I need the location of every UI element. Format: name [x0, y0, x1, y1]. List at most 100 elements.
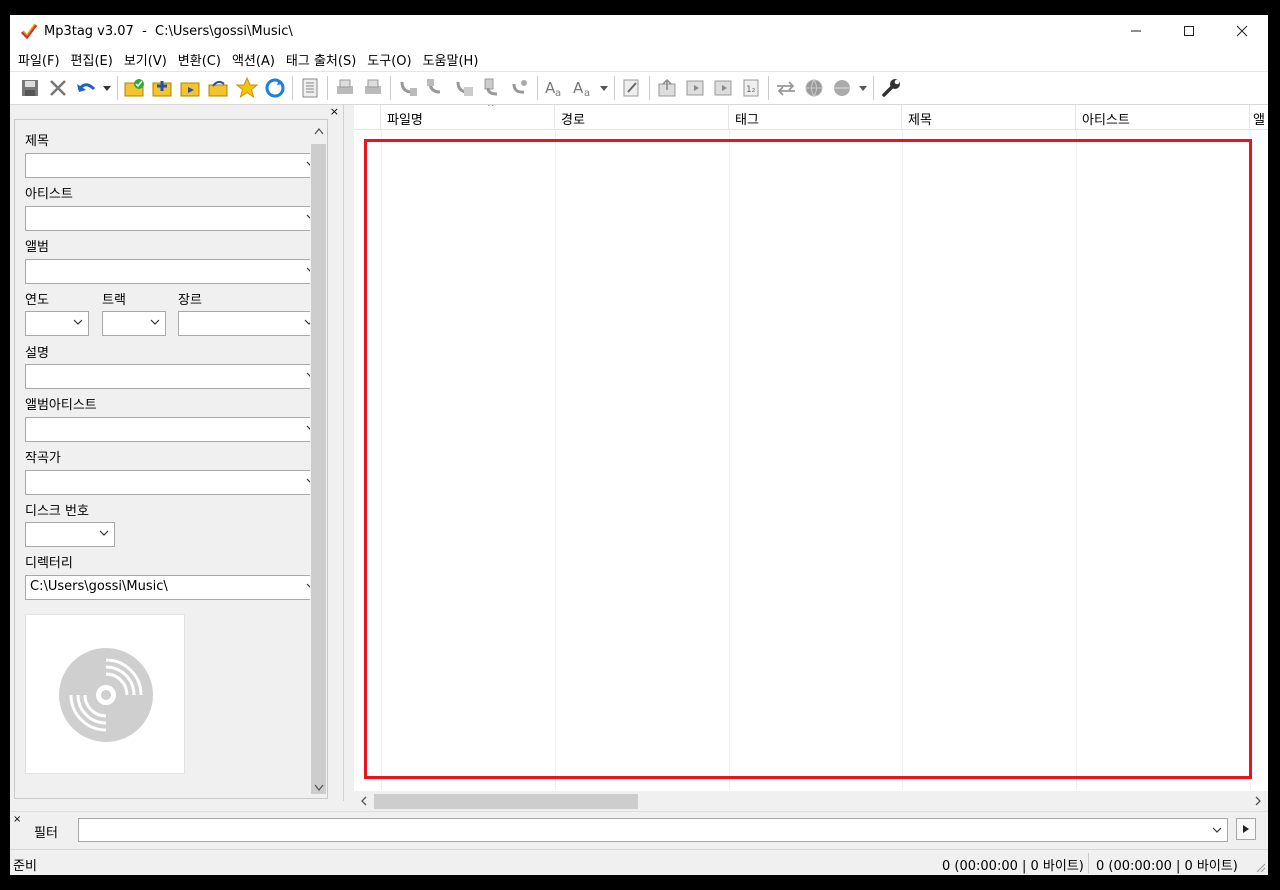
- menu-actions[interactable]: 액션(A): [228, 50, 282, 69]
- scroll-up-button[interactable]: [310, 122, 327, 139]
- web-source2-button[interactable]: [828, 74, 856, 102]
- title-field[interactable]: [25, 153, 322, 178]
- menu-view[interactable]: 보기(V): [120, 50, 174, 69]
- scroll-left-button[interactable]: [356, 793, 372, 809]
- panel-scroll-thumb[interactable]: [311, 144, 326, 794]
- edit-button[interactable]: [618, 74, 646, 102]
- open-folder-button[interactable]: [205, 74, 233, 102]
- dropdown-icon: [103, 86, 111, 91]
- toolbar: Aa Aa 1₂: [10, 71, 1268, 105]
- toolbar-separator: [873, 76, 874, 100]
- tag-filename-button[interactable]: [394, 74, 422, 102]
- menu-edit[interactable]: 편집(E): [67, 50, 120, 69]
- playlist-alt-button[interactable]: [709, 74, 737, 102]
- close-button[interactable]: [1215, 15, 1268, 47]
- menu-help[interactable]: 도움말(H): [419, 50, 486, 69]
- maximize-button[interactable]: [1162, 15, 1215, 47]
- panel-scrollbar[interactable]: [310, 120, 327, 798]
- composer-field[interactable]: [25, 470, 322, 495]
- wrench-icon: [882, 79, 900, 97]
- chevron-down-icon: [73, 319, 83, 325]
- artist-label: 아티스트: [25, 187, 73, 202]
- list-scroll-thumb[interactable]: [374, 794, 638, 809]
- year-field[interactable]: [25, 311, 89, 336]
- chevron-right-icon: [1255, 796, 1261, 806]
- numbering-button[interactable]: 1₂: [737, 74, 765, 102]
- genre-field[interactable]: [178, 311, 320, 336]
- status-bar: 준비 0 (00:00:00 | 0 바이트) 0 (00:00:00 | 0 …: [10, 849, 1268, 875]
- column-tag[interactable]: 태그: [729, 105, 902, 130]
- remove-tag-button[interactable]: [44, 74, 72, 102]
- web-source-dropdown[interactable]: [856, 74, 870, 102]
- cd-placeholder-icon: [59, 648, 153, 742]
- convert-button[interactable]: [772, 74, 800, 102]
- options-button[interactable]: [877, 74, 905, 102]
- status-total-count: 0 (00:00:00 | 0 바이트): [1096, 859, 1238, 874]
- list-view-button[interactable]: [296, 74, 324, 102]
- favorites-button[interactable]: [233, 74, 261, 102]
- album-field[interactable]: [25, 259, 322, 284]
- toolbar-separator: [390, 76, 391, 100]
- save-button[interactable]: [16, 74, 44, 102]
- menu-tag-sources[interactable]: 태그 출처(S): [282, 50, 363, 69]
- case-conversion-icon: Aa: [545, 79, 561, 98]
- column-filename[interactable]: ^ 파일명: [381, 105, 555, 130]
- list-horizontal-scrollbar[interactable]: [354, 791, 1268, 811]
- menu-convert[interactable]: 변환(C): [174, 50, 228, 69]
- filter-input[interactable]: [78, 818, 1228, 842]
- minimize-icon: [1130, 30, 1141, 32]
- textfile-tag-button[interactable]: [450, 74, 478, 102]
- undo-dropdown[interactable]: [100, 74, 114, 102]
- comment-field[interactable]: [25, 364, 322, 389]
- disc-number-label: 디스크 번호: [25, 504, 89, 519]
- actions-button[interactable]: Aa: [569, 74, 597, 102]
- scroll-right-button[interactable]: [1250, 793, 1266, 809]
- disc-number-field[interactable]: [25, 522, 115, 547]
- dropdown-icon: [859, 86, 867, 91]
- scroll-down-button[interactable]: [310, 779, 327, 796]
- sort-ascending-icon: ^: [487, 105, 495, 113]
- toolbar-separator: [327, 76, 328, 100]
- file-list[interactable]: ^ 파일명 경로 태그 제목 아티스트 앨: [354, 105, 1268, 811]
- cover-art[interactable]: [25, 614, 185, 774]
- column-artist[interactable]: 아티스트: [1076, 105, 1250, 130]
- menu-tools[interactable]: 도구(O): [363, 50, 418, 69]
- year-label: 연도: [25, 293, 49, 308]
- tag-tag-button[interactable]: [478, 74, 506, 102]
- undo-button[interactable]: [72, 74, 100, 102]
- panel-close-icon[interactable]: ×: [330, 105, 339, 118]
- svg-text:a: a: [584, 88, 590, 98]
- print-preview-button[interactable]: [359, 74, 387, 102]
- album-label: 앨범: [25, 240, 49, 255]
- chevron-down-icon: [99, 530, 109, 536]
- column-album[interactable]: 앨: [1250, 105, 1268, 130]
- filename-tag-button[interactable]: [422, 74, 450, 102]
- minimize-button[interactable]: [1109, 15, 1162, 47]
- genre-label: 장르: [178, 293, 202, 308]
- menu-file[interactable]: 파일(F): [14, 50, 67, 69]
- refresh-button[interactable]: [261, 74, 289, 102]
- directory-field[interactable]: C:\Users\gossi\Music\: [25, 575, 322, 600]
- resize-grip-icon[interactable]: [1254, 861, 1266, 873]
- case-conversion-button[interactable]: Aa: [541, 74, 569, 102]
- track-field[interactable]: [102, 311, 166, 336]
- autonumber-button[interactable]: [506, 74, 534, 102]
- print-button[interactable]: [331, 74, 359, 102]
- convert-icon: [777, 81, 795, 96]
- playlist-button[interactable]: [681, 74, 709, 102]
- column-path[interactable]: 경로: [555, 105, 729, 130]
- export-folder-button[interactable]: [177, 74, 205, 102]
- add-directory-button[interactable]: [149, 74, 177, 102]
- web-source2-icon: [834, 80, 850, 96]
- change-directory-button[interactable]: [121, 74, 149, 102]
- svg-text:1₂: 1₂: [746, 85, 756, 95]
- album-artist-field[interactable]: [25, 417, 322, 442]
- directory-value: C:\Users\gossi\Music\: [30, 579, 168, 594]
- export-button[interactable]: [653, 74, 681, 102]
- filter-close-icon[interactable]: ×: [13, 814, 21, 825]
- web-source-button[interactable]: [800, 74, 828, 102]
- artist-field[interactable]: [25, 206, 322, 231]
- column-title[interactable]: 제목: [902, 105, 1076, 130]
- actions-dropdown[interactable]: [597, 74, 611, 102]
- filter-apply-button[interactable]: [1236, 818, 1256, 840]
